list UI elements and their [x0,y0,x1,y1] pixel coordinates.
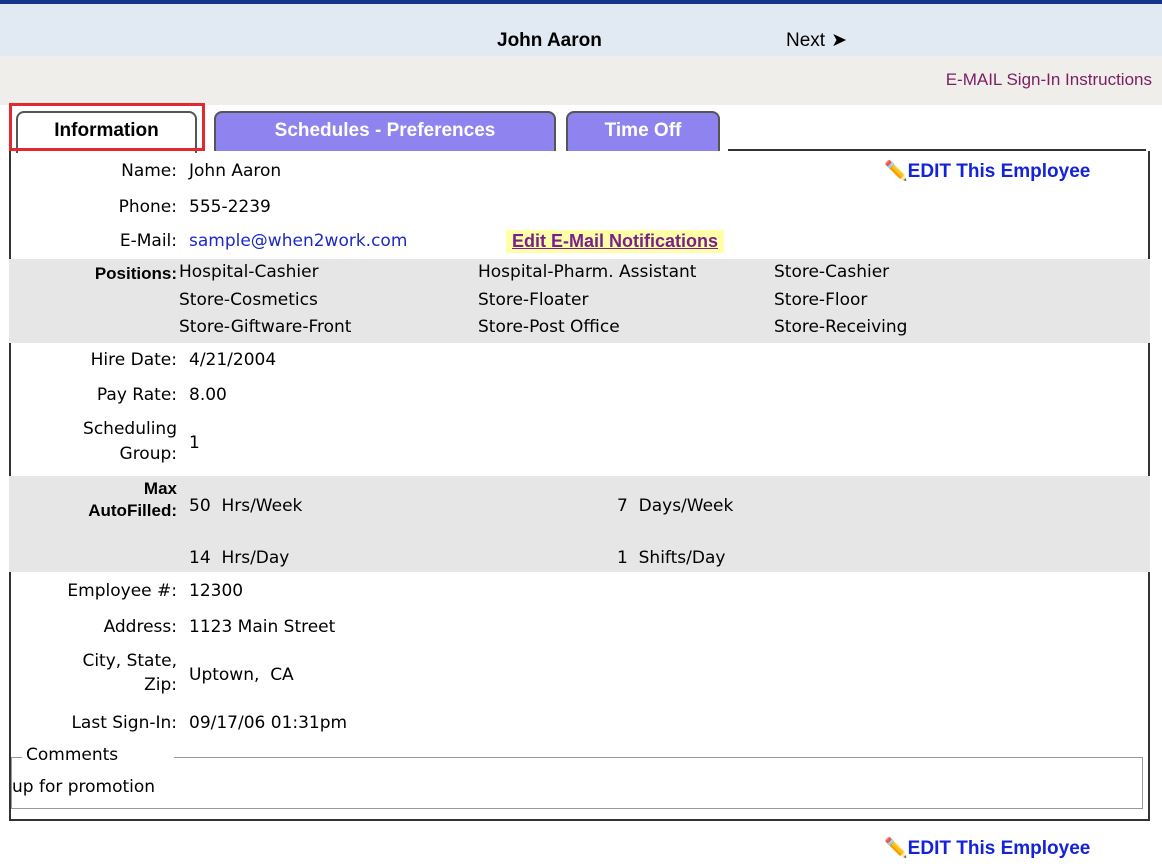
pay-rate-value: 8.00 [189,385,227,405]
tab-information[interactable]: Information [16,111,197,153]
address-value: 1123 Main Street [189,617,336,637]
employee-name-heading: John Aaron [497,30,602,51]
phone-value: 555-2239 [189,197,271,217]
city-state-zip-row: City, State, Zip: Uptown, CA [9,651,1150,701]
scheduling-group-value: 1 [189,433,200,453]
position-item: Store-Floor [774,290,868,310]
phone-row: Phone: 555-2239 [9,196,1150,222]
next-employee-button[interactable]: Next ➤ [786,29,847,52]
next-label: Next [786,30,826,51]
employee-header-bar: John Aaron Next ➤ [0,0,1162,56]
max-shifts-day: 1 Shifts/Day [617,548,726,568]
address-label: Address: [103,617,177,637]
pay-rate-row: Pay Rate: 8.00 [9,384,1150,410]
email-signin-instructions-link[interactable]: E-MAIL Sign-In Instructions [946,70,1152,90]
edit-employee-label: EDIT This Employee [907,161,1091,182]
max-days-week: 7 Days/Week [617,496,734,516]
employee-number-label: Employee #: [67,581,177,601]
email-link[interactable]: sample@when2work.com [189,231,407,252]
edit-employee-label: EDIT This Employee [907,838,1091,859]
pencil-icon: ✏️ [884,161,908,182]
position-item: Hospital-Cashier [179,262,319,282]
edit-email-notifications-link[interactable]: Edit E-Mail Notifications [506,230,725,253]
hire-date-label: Hire Date: [90,350,177,370]
pencil-icon: ✏️ [884,838,908,859]
name-label: Name: [121,161,177,181]
position-item: Hospital-Pharm. Assistant [478,262,697,282]
position-item: Store-Floater [478,290,589,310]
position-item: Store-Cashier [774,262,890,282]
pay-rate-label: Pay Rate: [96,385,177,405]
sub-header-bar: E-MAIL Sign-In Instructions [0,56,1162,105]
edit-employee-button-top[interactable]: ✏️EDIT This Employee [884,159,1090,183]
employee-number-row: Employee #: 12300 [9,580,1150,606]
last-signin-row: Last Sign-In: 09/17/06 01:31pm [9,712,1150,738]
email-label: E-Mail: [119,231,177,251]
position-item: Store-Receiving [774,317,908,337]
scheduling-group-label-line1: Scheduling [83,419,177,439]
tab-time-off[interactable]: Time Off [566,111,720,151]
last-signin-value: 09/17/06 01:31pm [189,713,348,733]
comments-box: Comments up for promotion [11,745,1143,809]
max-autofilled-row: Max AutoFilled: 50 Hrs/Week 7 Days/Week … [9,476,1150,572]
positions-row: Positions: Hospital-Cashier Hospital-Pha… [9,259,1150,343]
address-row: Address: 1123 Main Street [9,616,1150,642]
scheduling-group-label-line2: Group: [119,444,177,464]
positions-label: Positions: [94,264,177,283]
arrow-right-icon: ➤ [831,30,847,51]
phone-label: Phone: [118,197,177,217]
max-hrs-day: 14 Hrs/Day [189,548,290,568]
city-label-line1: City, State, [82,651,177,671]
tab-schedules-preferences[interactable]: Schedules - Preferences [214,111,556,151]
max-hrs-week: 50 Hrs/Week [189,496,303,516]
scheduling-group-row: Scheduling Group: 1 [9,419,1150,469]
hire-date-row: Hire Date: 4/21/2004 [9,349,1150,375]
max-autofilled-label-line2: AutoFilled: [88,501,177,520]
employee-number-value: 12300 [189,581,244,601]
city-label-line2: Zip: [144,675,177,695]
name-value: John Aaron [189,161,282,181]
hire-date-value: 4/21/2004 [189,350,277,370]
comments-label: Comments [22,745,123,765]
position-item: Store-Giftware-Front [179,317,352,337]
city-value: Uptown, CA [189,665,294,685]
position-item: Store-Cosmetics [179,290,318,310]
position-item: Store-Post Office [478,317,620,337]
last-signin-label: Last Sign-In: [71,713,177,733]
max-autofilled-label-line1: Max [143,479,177,498]
edit-employee-button-bottom[interactable]: ✏️EDIT This Employee [884,836,1090,860]
email-row: E-Mail: sample@when2work.com Edit E-Mail… [9,230,1150,256]
comments-text: up for promotion [12,777,156,797]
